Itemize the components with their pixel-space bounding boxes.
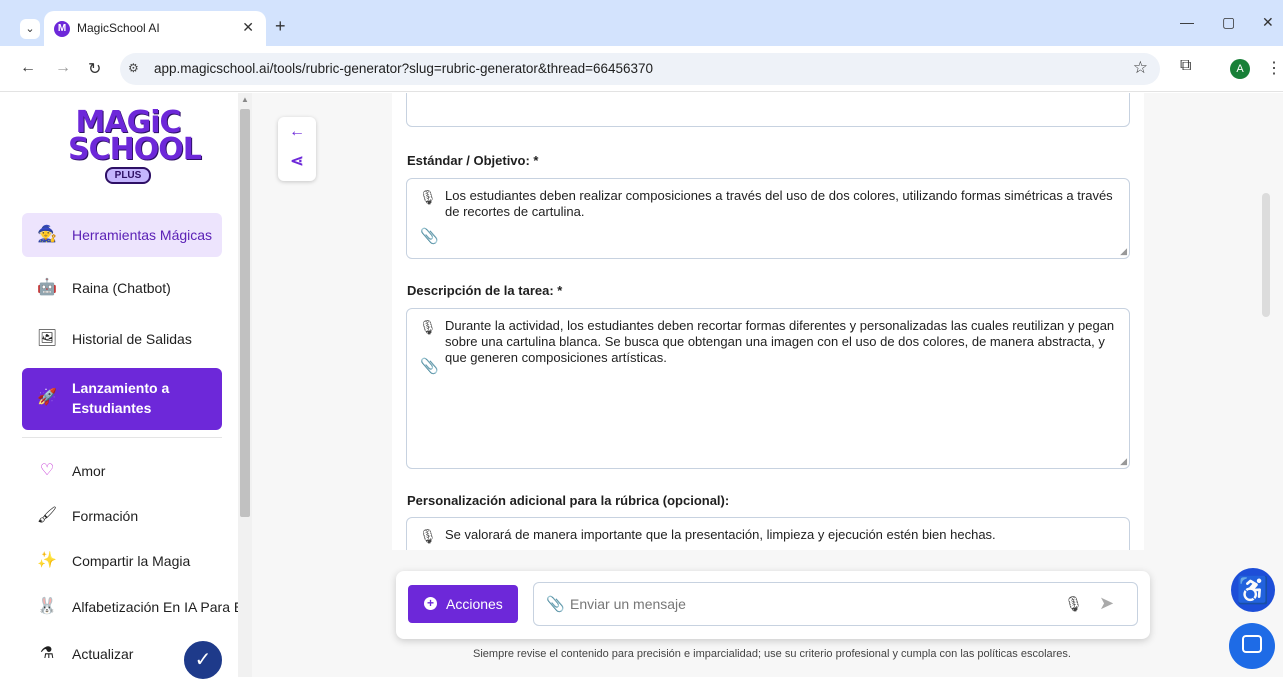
personalizacion-textarea[interactable]: 🎙 Se valorará de manera importante que l… xyxy=(406,517,1130,550)
main-scrollbar-thumb[interactable] xyxy=(1262,193,1270,317)
browser-address-bar: ← → ↻ ⚙ app.magicschool.ai/tools/rubric-… xyxy=(0,46,1283,92)
omnibox[interactable]: ⚙ app.magicschool.ai/tools/rubric-genera… xyxy=(120,53,1160,85)
new-tab-button[interactable]: + xyxy=(275,16,286,37)
sidebar-scrollbar-thumb[interactable] xyxy=(240,109,250,517)
disclaimer-text: Siempre revise el contenido para precisi… xyxy=(473,648,1071,660)
window-close-button[interactable]: ✕ xyxy=(1262,14,1274,31)
resize-handle-icon[interactable]: ◢ xyxy=(1120,246,1127,257)
tool-side-buttons: ← ⋖ xyxy=(278,117,316,181)
acciones-label: Acciones xyxy=(446,596,503,612)
heart-icon: ♡ xyxy=(39,462,55,479)
sidebar-item-compartir[interactable]: ✨ Compartir la Magia xyxy=(22,539,222,583)
easel-icon: 🖌 xyxy=(36,507,58,524)
sidebar-item-label: Amor xyxy=(72,463,106,479)
chat-bubble-icon xyxy=(1242,635,1262,653)
site-settings-icon[interactable]: ⚙ xyxy=(128,61,139,75)
bunny-icon: 🐰 xyxy=(37,598,57,615)
wizard-icon: 🧙 xyxy=(37,226,57,243)
paperclip-icon[interactable]: 📎 xyxy=(420,227,439,245)
potion-icon: ⚗ xyxy=(39,645,55,662)
robot-icon: 🤖 xyxy=(37,279,57,296)
sidebar: MAGiC SCHOOL PLUS 🧙 Herramientas Mágicas… xyxy=(0,93,238,677)
accessibility-icon[interactable]: ♿ xyxy=(1231,568,1275,612)
checklist-badge-icon[interactable]: ✓ xyxy=(181,638,225,682)
sidebar-item-historial[interactable]: 🖼 Historial de Salidas xyxy=(22,317,222,361)
descripcion-tarea-value: Durante la actividad, los estudiantes de… xyxy=(445,318,1115,365)
history-icon: 🖼 xyxy=(36,330,58,347)
sidebar-item-raina[interactable]: 🤖 Raina (Chatbot) xyxy=(22,266,222,310)
estandar-objetivo-textarea[interactable]: 🎙 📎 Los estudiantes deben realizar compo… xyxy=(406,178,1130,259)
microphone-icon[interactable]: 🎙 xyxy=(419,319,437,336)
sidebar-divider xyxy=(22,437,222,438)
message-box: 📎 🎙 ➤ xyxy=(533,582,1138,626)
browser-tab-bar: ⌄ M MagicSchool AI ✕ + — ▢ ✕ xyxy=(0,0,1283,47)
sidebar-item-herramientas[interactable]: 🧙 Herramientas Mágicas xyxy=(22,213,222,257)
chat-support-icon[interactable] xyxy=(1229,623,1275,669)
resize-handle-icon[interactable]: ◢ xyxy=(1120,456,1127,467)
restore-button[interactable]: ▢ xyxy=(1222,14,1235,31)
logo-line-2: SCHOOL xyxy=(68,132,202,167)
sidebar-item-label: Formación xyxy=(72,508,139,524)
sidebar-item-label: Raina (Chatbot) xyxy=(72,280,171,296)
sidebar-item-label: Lanzamiento a Estudiantes xyxy=(72,380,170,416)
rocket-icon: 🚀 xyxy=(37,389,57,406)
tab-close-icon[interactable]: ✕ xyxy=(242,19,254,36)
forward-arrow-icon[interactable]: → xyxy=(55,59,71,77)
paperclip-icon[interactable]: 📎 xyxy=(420,357,439,375)
sidebar-item-label: Herramientas Mágicas xyxy=(72,227,213,243)
paperclip-icon[interactable]: 📎 xyxy=(546,595,565,613)
personalizacion-value: Se valorará de manera importante que la … xyxy=(445,527,996,542)
microphone-icon[interactable]: 🎙 xyxy=(419,189,437,206)
microphone-icon[interactable]: 🎙 xyxy=(419,528,437,545)
reload-icon[interactable]: ↻ xyxy=(88,59,101,79)
extensions-icon[interactable]: ⧉ xyxy=(1180,57,1191,75)
sidebar-item-formacion[interactable]: 🖌 Formación xyxy=(22,494,222,538)
sidebar-item-label: Actualizar xyxy=(72,646,134,662)
magicschool-favicon-icon: M xyxy=(54,21,70,37)
sparkle-icon: ✨ xyxy=(37,552,57,569)
field-label-estandar: Estándar / Objetivo: * xyxy=(407,153,539,168)
field-label-personalizacion: Personalización adicional para la rúbric… xyxy=(407,493,730,508)
browser-menu-icon[interactable]: ⋮ xyxy=(1266,58,1282,78)
previous-field-input[interactable] xyxy=(406,93,1130,127)
sidebar-item-label: Alfabetización En IA Para E xyxy=(72,599,238,615)
sidebar-item-lanzamiento[interactable]: 🚀 Lanzamiento a Estudiantes xyxy=(22,368,222,430)
share-icon[interactable]: ⋖ xyxy=(278,151,316,177)
back-arrow-icon[interactable]: ← xyxy=(20,59,36,77)
bookmark-star-icon[interactable]: ☆ xyxy=(1133,58,1148,78)
sidebar-item-label: Compartir la Magia xyxy=(72,553,191,569)
sidebar-item-alfabetizacion[interactable]: 🐰 Alfabetización En IA Para E xyxy=(22,585,238,629)
microphone-icon[interactable]: 🎙 xyxy=(1064,595,1083,613)
message-input[interactable] xyxy=(570,593,1050,615)
sidebar-item-amor[interactable]: ♡ Amor xyxy=(22,449,222,493)
acciones-button[interactable]: + Acciones xyxy=(408,585,518,623)
sidebar-item-label: Historial de Salidas xyxy=(72,331,192,347)
send-icon[interactable]: ➤ xyxy=(1099,593,1114,614)
estandar-objetivo-value: Los estudiantes deben realizar composici… xyxy=(445,188,1113,219)
tab-title: MagicSchool AI xyxy=(77,21,160,35)
back-arrow-button-icon[interactable]: ← xyxy=(278,123,316,149)
scroll-up-arrow-icon[interactable]: ▲ xyxy=(241,95,249,104)
field-label-descripcion: Descripción de la tarea: * xyxy=(407,283,563,298)
minimize-button[interactable]: — xyxy=(1180,14,1194,30)
message-composer: + Acciones 📎 🎙 ➤ xyxy=(396,571,1150,639)
browser-tab[interactable]: M MagicSchool AI ✕ xyxy=(44,11,266,47)
magicschool-logo[interactable]: MAGiC SCHOOL PLUS xyxy=(68,108,202,195)
descripcion-tarea-textarea[interactable]: 🎙 📎 Durante la actividad, los estudiante… xyxy=(406,308,1130,469)
rubric-form: Estándar / Objetivo: * 🎙 📎 Los estudiant… xyxy=(392,93,1144,550)
profile-avatar[interactable]: A xyxy=(1230,59,1250,79)
url-text[interactable]: app.magicschool.ai/tools/rubric-generato… xyxy=(154,61,653,76)
sidebar-scrollbar[interactable]: ▲ xyxy=(238,93,252,677)
plus-circle-icon: + xyxy=(424,597,437,610)
plus-badge: PLUS xyxy=(104,167,152,184)
tab-search-dropdown-icon[interactable]: ⌄ xyxy=(20,19,40,39)
